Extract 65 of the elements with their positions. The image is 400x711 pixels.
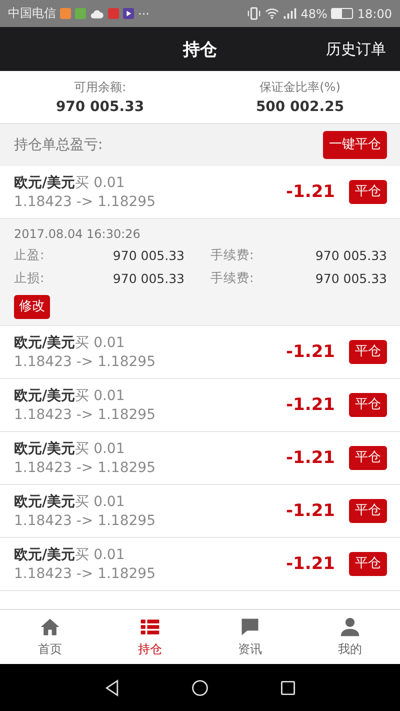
close-position-button[interactable]: 平仓 — [349, 393, 387, 417]
recents-icon[interactable] — [279, 678, 297, 696]
cloud-icon — [90, 8, 104, 18]
person-icon — [339, 616, 361, 638]
fee-label: 手续费: — [210, 270, 255, 287]
vibrate-icon — [246, 7, 261, 20]
detail-value: 970 005.33 — [112, 271, 184, 286]
tab-item[interactable]: 持仓 — [100, 610, 200, 664]
carrier-name: 中国电信 — [8, 5, 56, 22]
summary-label: 保证金比率(%) — [260, 79, 340, 96]
close-position-button[interactable]: 平仓 — [349, 499, 387, 523]
home-circle-icon[interactable] — [191, 678, 209, 696]
detail-value: 970 005.33 — [112, 248, 184, 263]
notification-icon — [75, 8, 86, 19]
close-position-button[interactable]: 平仓 — [349, 552, 387, 576]
page-title: 持仓 — [183, 38, 217, 60]
order-profit: -1.21 — [286, 342, 335, 362]
detail-label: 止盈: — [14, 247, 46, 264]
more-notifications: ··· — [138, 6, 150, 20]
order-title: 欧元/美元买 0.01 — [14, 334, 126, 352]
battery-percent: 48% — [300, 6, 328, 20]
close-position-button[interactable]: 平仓 — [349, 180, 387, 204]
back-icon[interactable] — [103, 678, 121, 696]
order-prices: 1.18423 -> 1.18295 — [14, 566, 156, 582]
clock-time: 18:00 — [357, 6, 392, 20]
order-prices: 1.18423 -> 1.18295 — [14, 194, 156, 210]
close-position-button[interactable]: 平仓 — [349, 446, 387, 470]
order-profit: -1.21 — [286, 501, 335, 521]
detail-label: 止损: — [14, 270, 46, 287]
order-title: 欧元/美元买 0.01 — [14, 440, 126, 458]
order-profit: -1.21 — [286, 448, 335, 468]
notification-icon — [60, 8, 71, 19]
notification-icon — [108, 8, 119, 19]
total-profit-label: 持仓单总盈亏: — [14, 136, 103, 154]
history-orders-link[interactable]: 历史订单 — [326, 40, 386, 58]
order-profit: -1.21 — [286, 554, 335, 574]
order-prices: 1.18423 -> 1.18295 — [14, 460, 156, 476]
order-profit: -1.21 — [286, 182, 335, 202]
play-icon — [123, 8, 134, 19]
order-profit: -1.21 — [286, 395, 335, 415]
order-title: 欧元/美元买 0.01 — [14, 387, 126, 405]
order-time: 2017.08.04 16:30:26 — [14, 227, 142, 241]
order-title: 欧元/美元买 0.01 — [14, 493, 126, 511]
chat-icon — [239, 616, 261, 638]
order-title: 欧元/美元买 0.01 — [14, 546, 126, 564]
order-prices: 1.18423 -> 1.18295 — [14, 354, 156, 370]
summary-label: 可用余额: — [74, 79, 126, 96]
order-title: 欧元/美元买 0.01 — [14, 174, 126, 192]
close-all-button[interactable]: 一键平仓 — [323, 131, 387, 159]
order-prices: 1.18423 -> 1.18295 — [14, 407, 156, 423]
fee-value: 970 005.33 — [314, 248, 387, 263]
tab-item[interactable]: 首页 — [0, 610, 100, 664]
battery-icon — [331, 8, 354, 19]
summary-value: 970 005.33 — [56, 99, 144, 115]
tab-item[interactable]: 资讯 — [200, 610, 300, 664]
order-prices: 1.18423 -> 1.18295 — [14, 513, 156, 529]
summary-value: 500 002.25 — [256, 99, 344, 115]
signal-icon — [282, 7, 297, 20]
fee-label: 手续费: — [210, 247, 255, 264]
wifi-icon — [264, 7, 279, 20]
close-position-button[interactable]: 平仓 — [349, 340, 387, 364]
home-icon — [39, 616, 61, 638]
edit-button[interactable]: 修改 — [14, 295, 50, 319]
fee-value: 970 005.33 — [314, 271, 387, 286]
tab-item[interactable]: 我的 — [300, 610, 400, 664]
